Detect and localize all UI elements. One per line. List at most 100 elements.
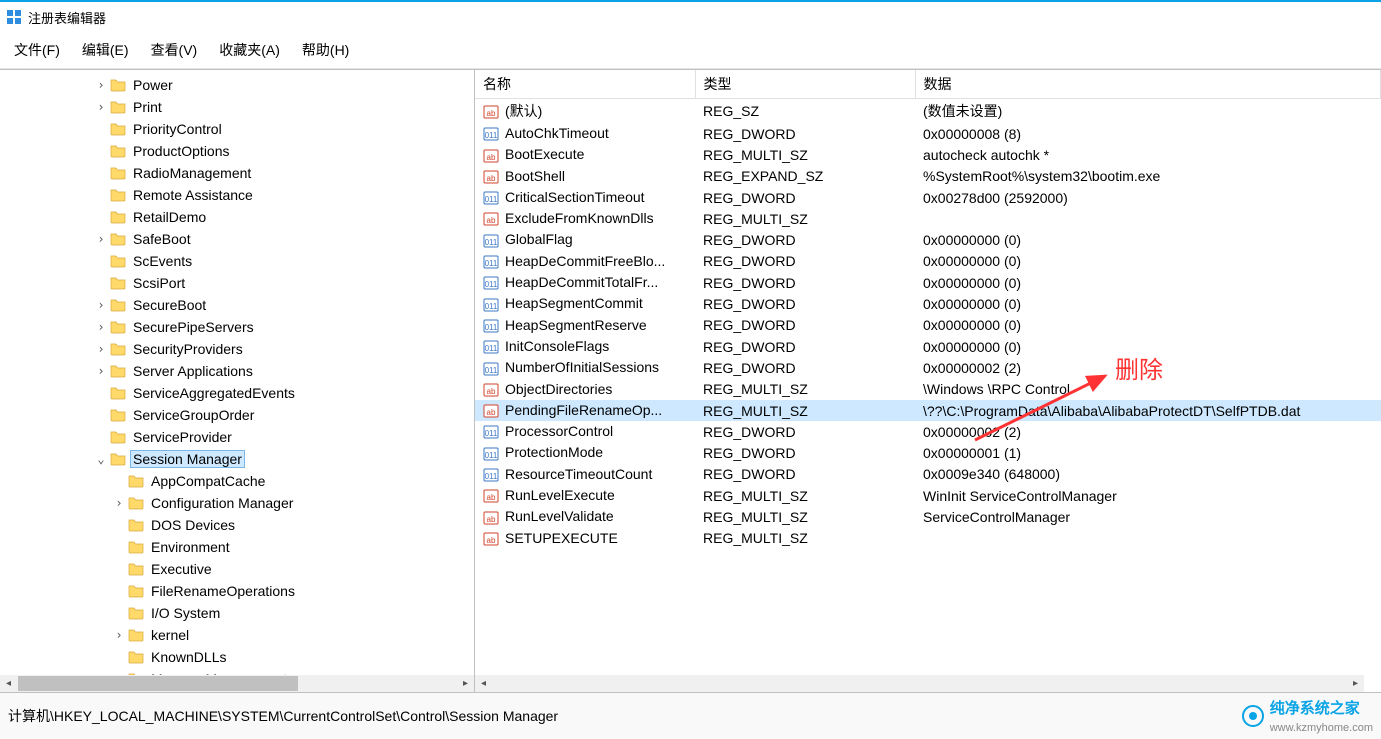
- tree-item[interactable]: PriorityControl: [4, 118, 474, 140]
- expander-icon[interactable]: ›: [94, 79, 108, 91]
- expander-icon[interactable]: ›: [94, 343, 108, 355]
- table-row[interactable]: 011HeapSegmentCommitREG_DWORD0x00000000 …: [475, 293, 1381, 314]
- window-title: 注册表编辑器: [28, 8, 106, 27]
- menu-edit[interactable]: 编辑(E): [76, 38, 135, 62]
- scroll-left-icon[interactable]: ◂: [0, 675, 17, 692]
- table-row[interactable]: 011HeapDeCommitFreeBlo...REG_DWORD0x0000…: [475, 251, 1381, 272]
- list-scrollbar-h[interactable]: ◂ ▸: [475, 675, 1364, 692]
- reg-dword-icon: 011: [483, 275, 499, 291]
- tree-item[interactable]: ›SecurityProviders: [4, 338, 474, 360]
- tree-item[interactable]: I/O System: [4, 602, 474, 624]
- cell-name: abBootExecute: [475, 144, 695, 165]
- tree-item-label: SecureBoot: [130, 296, 209, 314]
- table-row[interactable]: abBootShellREG_EXPAND_SZ%SystemRoot%\sys…: [475, 166, 1381, 187]
- cell-data: 0x00000008 (8): [915, 123, 1381, 144]
- tree-item[interactable]: ›Server Applications: [4, 360, 474, 382]
- table-row[interactable]: 011AutoChkTimeoutREG_DWORD0x00000008 (8): [475, 123, 1381, 144]
- expander-icon[interactable]: ›: [94, 101, 108, 113]
- tree-item[interactable]: RadioManagement: [4, 162, 474, 184]
- tree-item[interactable]: KnownDLLs: [4, 646, 474, 668]
- registry-editor-window: 注册表编辑器 文件(F) 编辑(E) 查看(V) 收藏夹(A) 帮助(H) ›P…: [0, 0, 1381, 739]
- menu-help[interactable]: 帮助(H): [296, 38, 355, 62]
- table-row[interactable]: 011GlobalFlagREG_DWORD0x00000000 (0): [475, 229, 1381, 250]
- svg-text:ab: ab: [487, 153, 496, 162]
- tree-item-label: RetailDemo: [130, 208, 209, 226]
- table-row[interactable]: abExcludeFromKnownDllsREG_MULTI_SZ: [475, 208, 1381, 229]
- cell-type: REG_SZ: [695, 99, 915, 124]
- table-row[interactable]: abPendingFileRenameOp...REG_MULTI_SZ\??\…: [475, 400, 1381, 421]
- cell-type: REG_DWORD: [695, 421, 915, 442]
- expander-icon[interactable]: ⌄: [94, 453, 108, 465]
- tree-item[interactable]: › Power: [4, 74, 474, 96]
- folder-icon: [110, 452, 126, 466]
- cell-data: \??\C:\ProgramData\Alibaba\AlibabaProtec…: [915, 400, 1381, 421]
- expander-icon[interactable]: ›: [112, 497, 126, 509]
- tree-item[interactable]: ServiceProvider: [4, 426, 474, 448]
- tree-item[interactable]: Executive: [4, 558, 474, 580]
- folder-icon: [128, 496, 144, 510]
- table-row[interactable]: 011InitConsoleFlagsREG_DWORD0x00000000 (…: [475, 336, 1381, 357]
- tree-item[interactable]: ⌄Session Manager: [4, 448, 474, 470]
- table-row[interactable]: 011HeapSegmentReserveREG_DWORD0x00000000…: [475, 315, 1381, 336]
- cell-name: 011HeapDeCommitTotalFr...: [475, 272, 695, 293]
- menu-file[interactable]: 文件(F): [8, 38, 66, 62]
- table-row[interactable]: 011HeapDeCommitTotalFr...REG_DWORD0x0000…: [475, 272, 1381, 293]
- tree-item[interactable]: ScEvents: [4, 250, 474, 272]
- tree-item[interactable]: ServiceAggregatedEvents: [4, 382, 474, 404]
- svg-text:011: 011: [485, 302, 498, 311]
- titlebar[interactable]: 注册表编辑器: [0, 2, 1381, 32]
- tree-item[interactable]: ›SecurePipeServers: [4, 316, 474, 338]
- scroll-right-icon[interactable]: ▸: [1347, 675, 1364, 692]
- expander-icon[interactable]: ›: [112, 629, 126, 641]
- table-row[interactable]: abBootExecuteREG_MULTI_SZautocheck autoc…: [475, 144, 1381, 165]
- folder-icon: [128, 584, 144, 598]
- tree-item[interactable]: Environment: [4, 536, 474, 558]
- tree-item[interactable]: ›Configuration Manager: [4, 492, 474, 514]
- values-pane[interactable]: 名称 类型 数据 ab(默认)REG_SZ(数值未设置)011AutoChkTi…: [475, 70, 1381, 692]
- menubar: 文件(F) 编辑(E) 查看(V) 收藏夹(A) 帮助(H): [0, 32, 1381, 69]
- reg-sz-icon: ab: [483, 382, 499, 398]
- tree-item[interactable]: › SecureBoot: [4, 294, 474, 316]
- tree-item[interactable]: ›SafeBoot: [4, 228, 474, 250]
- scroll-thumb-h[interactable]: [18, 676, 298, 691]
- table-row[interactable]: 011CriticalSectionTimeoutREG_DWORD0x0027…: [475, 187, 1381, 208]
- tree-item[interactable]: ProductOptions: [4, 140, 474, 162]
- col-type[interactable]: 类型: [695, 70, 915, 99]
- table-row[interactable]: abSETUPEXECUTEREG_MULTI_SZ: [475, 528, 1381, 549]
- tree-item[interactable]: FileRenameOperations: [4, 580, 474, 602]
- tree-item-label: Power: [130, 76, 176, 94]
- table-row[interactable]: abObjectDirectoriesREG_MULTI_SZ\Windows …: [475, 379, 1381, 400]
- tree-scrollbar-h[interactable]: ◂ ▸: [0, 675, 474, 692]
- table-row[interactable]: 011ResourceTimeoutCountREG_DWORD0x0009e3…: [475, 464, 1381, 485]
- tree-item[interactable]: AppCompatCache: [4, 470, 474, 492]
- tree-item[interactable]: ›kernel: [4, 624, 474, 646]
- tree-item[interactable]: ScsiPort: [4, 272, 474, 294]
- table-row[interactable]: 011NumberOfInitialSessionsREG_DWORD0x000…: [475, 357, 1381, 378]
- expander-icon[interactable]: ›: [94, 365, 108, 377]
- table-row[interactable]: abRunLevelExecuteREG_MULTI_SZWinInit Ser…: [475, 485, 1381, 506]
- expander-icon[interactable]: ›: [94, 299, 108, 311]
- cell-type: REG_MULTI_SZ: [695, 208, 915, 229]
- folder-icon: [110, 100, 126, 114]
- tree-item[interactable]: RetailDemo: [4, 206, 474, 228]
- folder-icon: [110, 188, 126, 202]
- tree-item[interactable]: ›Print: [4, 96, 474, 118]
- table-row[interactable]: 011ProtectionModeREG_DWORD0x00000001 (1): [475, 442, 1381, 463]
- menu-favorites[interactable]: 收藏夹(A): [213, 38, 286, 62]
- reg-dword-icon: 011: [483, 190, 499, 206]
- tree-item[interactable]: ServiceGroupOrder: [4, 404, 474, 426]
- scroll-right-icon[interactable]: ▸: [457, 675, 474, 692]
- col-name[interactable]: 名称: [475, 70, 695, 99]
- scroll-left-icon[interactable]: ◂: [475, 675, 492, 692]
- expander-icon[interactable]: ›: [94, 321, 108, 333]
- tree-pane[interactable]: › Power ›PrintPriorityControlProductOption…: [0, 70, 475, 692]
- table-row[interactable]: abRunLevelValidateREG_MULTI_SZServiceCon…: [475, 506, 1381, 527]
- menu-view[interactable]: 查看(V): [145, 38, 204, 62]
- table-row[interactable]: ab(默认)REG_SZ(数值未设置): [475, 99, 1381, 124]
- col-data[interactable]: 数据: [915, 70, 1381, 99]
- table-row[interactable]: 011ProcessorControlREG_DWORD0x00000002 (…: [475, 421, 1381, 442]
- tree-item[interactable]: Remote Assistance: [4, 184, 474, 206]
- tree-item[interactable]: DOS Devices: [4, 514, 474, 536]
- expander-icon[interactable]: ›: [94, 233, 108, 245]
- svg-text:011: 011: [485, 131, 498, 140]
